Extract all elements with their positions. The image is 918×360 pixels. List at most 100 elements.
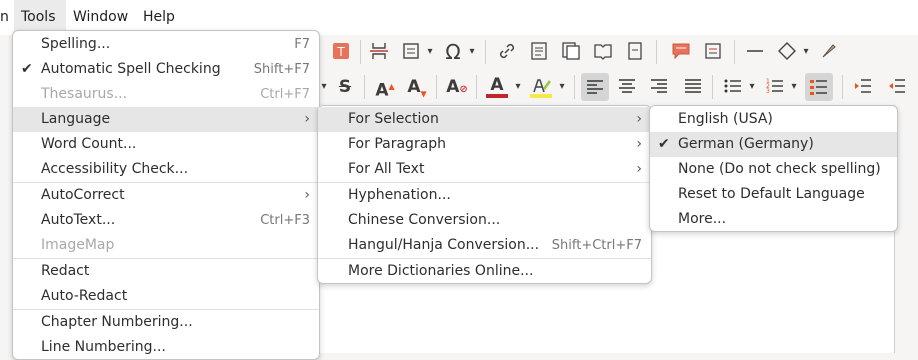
menu-item-redact[interactable]: Redact [13,259,319,284]
menubar-item-label: Help [143,9,175,25]
menu-item-shortcut: Ctrl+F3 [260,213,310,228]
toolbar-separator [436,75,437,99]
menu-item-label: Hangul/Hanja Conversion... [348,237,540,253]
strikethrough-icon[interactable]: S [334,76,356,98]
menu-item-for-paragraph[interactable]: For Paragraph › [318,132,651,157]
chevron-right-icon: › [636,136,642,152]
special-character-icon[interactable]: Ω [442,41,464,63]
font-color-icon[interactable]: A [486,76,508,98]
menubar-item-format[interactable]: n [0,0,14,35]
menu-item-word-count[interactable]: Word Count... [13,132,319,157]
page-break-icon[interactable] [368,41,390,63]
decrease-indent-icon[interactable] [886,76,908,98]
chevron-down-icon[interactable]: ▾ [512,76,524,98]
align-right-icon[interactable] [648,76,670,98]
menu-item-chinese-conversion[interactable]: Chinese Conversion... [318,208,651,233]
menu-item-hangul-hanja-conversion[interactable]: Hangul/Hanja Conversion... Shift+Ctrl+F7 [318,233,651,258]
grow-font-icon[interactable]: A▲ [374,76,396,101]
justify-icon[interactable] [682,76,704,98]
toolbar-separator [842,75,843,99]
chevron-down-icon[interactable]: ▾ [556,76,568,98]
menubar-item-label: Window [73,9,129,25]
menu-item-spelling[interactable]: Spelling... F7 [13,32,319,57]
menu-item-label: Auto-Redact [41,288,128,304]
align-center-icon[interactable] [616,76,638,98]
menu-item-label: Line Numbering... [41,339,166,355]
font-color-glyph: A [490,75,504,95]
bookmark-icon[interactable] [592,41,614,63]
cross-reference-icon[interactable] [624,41,646,63]
special-character-glyph: Ω [445,40,461,64]
menu-item-thesaurus: Thesaurus... Ctrl+F7 [13,82,319,107]
endnote-icon[interactable] [560,41,582,63]
menu-item-english-usa[interactable]: English (USA) [650,107,897,132]
chevron-down-icon[interactable]: ▾ [800,41,812,63]
check-icon: ✔ [658,136,670,152]
highlight-color-icon[interactable] [530,76,552,98]
menu-item-language[interactable]: Language › [13,107,319,132]
numbered-list-icon[interactable]: 123 [764,76,786,98]
menu-item-autotext[interactable]: AutoText... Ctrl+F3 [13,208,319,233]
menu-item-automatic-spell-checking[interactable]: ✔ Automatic Spell Checking Shift+F7 [13,57,319,82]
insert-line-icon[interactable] [744,41,766,63]
menu-item-label: Language [41,111,111,127]
basic-shapes-icon[interactable] [776,41,798,63]
clear-formatting-icon[interactable]: A⊘ [446,76,468,98]
menu-item-none-do-not-check-spelling[interactable]: None (Do not check spelling) [650,157,897,182]
menu-item-label: More... [678,211,727,227]
shrink-font-glyph: A [407,77,421,97]
chevron-down-icon[interactable]: ▾ [788,76,800,98]
toolbar-separator [360,40,361,64]
toolbar-separator [656,40,657,64]
menu-item-label: For Paragraph [348,136,447,152]
menu-item-label: Accessibility Check... [41,161,189,177]
svg-text:3: 3 [766,88,770,95]
chevron-down-icon[interactable]: ▾ [746,76,758,98]
menu-item-hyphenation[interactable]: Hyphenation... [318,183,651,208]
footnote-icon[interactable] [528,41,550,63]
menu-item-imagemap: ImageMap [13,233,319,258]
menu-item-label: Hyphenation... [348,187,451,203]
comment-icon[interactable] [670,41,692,63]
menu-item-label: Automatic Spell Checking [41,61,221,77]
align-left-icon[interactable] [581,73,609,101]
strikethrough-glyph: S [338,77,352,97]
bullet-list-icon[interactable] [722,76,744,98]
menu-item-german-germany[interactable]: ✔ German (Germany) [650,132,897,157]
menu-item-autocorrect[interactable]: AutoCorrect › [13,183,319,208]
menu-item-label: ImageMap [41,237,115,253]
hyperlink-icon[interactable] [496,41,518,63]
menu-item-for-selection[interactable]: For Selection › [318,107,651,132]
track-changes-icon[interactable] [702,41,724,63]
language-submenu: For Selection › For Paragraph › For All Te… [317,105,652,284]
menu-item-shortcut: Shift+Ctrl+F7 [551,238,642,253]
menu-item-more-dictionaries-online[interactable]: More Dictionaries Online... [318,259,651,284]
shrink-font-icon[interactable]: A▼ [406,76,428,98]
draw-function-icon[interactable] [818,41,840,63]
chevron-down-icon[interactable]: ▾ [424,41,436,63]
outline-list-icon[interactable] [805,73,833,101]
menu-item-label: For All Text [348,161,425,177]
menu-item-shortcut: Shift+F7 [253,62,310,77]
clear-formatting-glyph: A [446,77,460,97]
for-selection-submenu: English (USA) ✔ German (Germany) None (Do… [649,105,898,232]
chevron-right-icon: › [304,111,310,127]
menu-item-reset-to-default-language[interactable]: Reset to Default Language [650,182,897,207]
toolbar-row-standard: T ▾ Ω ▾ ▾ [320,35,918,70]
menu-item-label: English (USA) [678,111,773,127]
menu-item-line-numbering[interactable]: Line Numbering... [13,335,319,360]
text-box-icon[interactable]: T [330,41,352,63]
menu-item-auto-redact[interactable]: Auto-Redact [13,284,319,309]
increase-indent-icon[interactable] [852,76,874,98]
toolbar-separator [364,75,365,99]
menu-item-more[interactable]: More... [650,207,897,232]
menu-item-chapter-numbering[interactable]: Chapter Numbering... [13,310,319,335]
menu-item-label: More Dictionaries Online... [348,263,534,279]
menu-item-label: AutoText... [41,212,116,228]
menu-item-accessibility-check[interactable]: Accessibility Check... [13,157,319,182]
menu-item-for-all-text[interactable]: For All Text › [318,157,651,182]
chevron-down-icon[interactable]: ▾ [466,41,478,63]
toolbar-separator [734,40,735,64]
field-icon[interactable] [400,41,422,63]
chevron-down-icon[interactable]: ▾ [320,76,328,98]
